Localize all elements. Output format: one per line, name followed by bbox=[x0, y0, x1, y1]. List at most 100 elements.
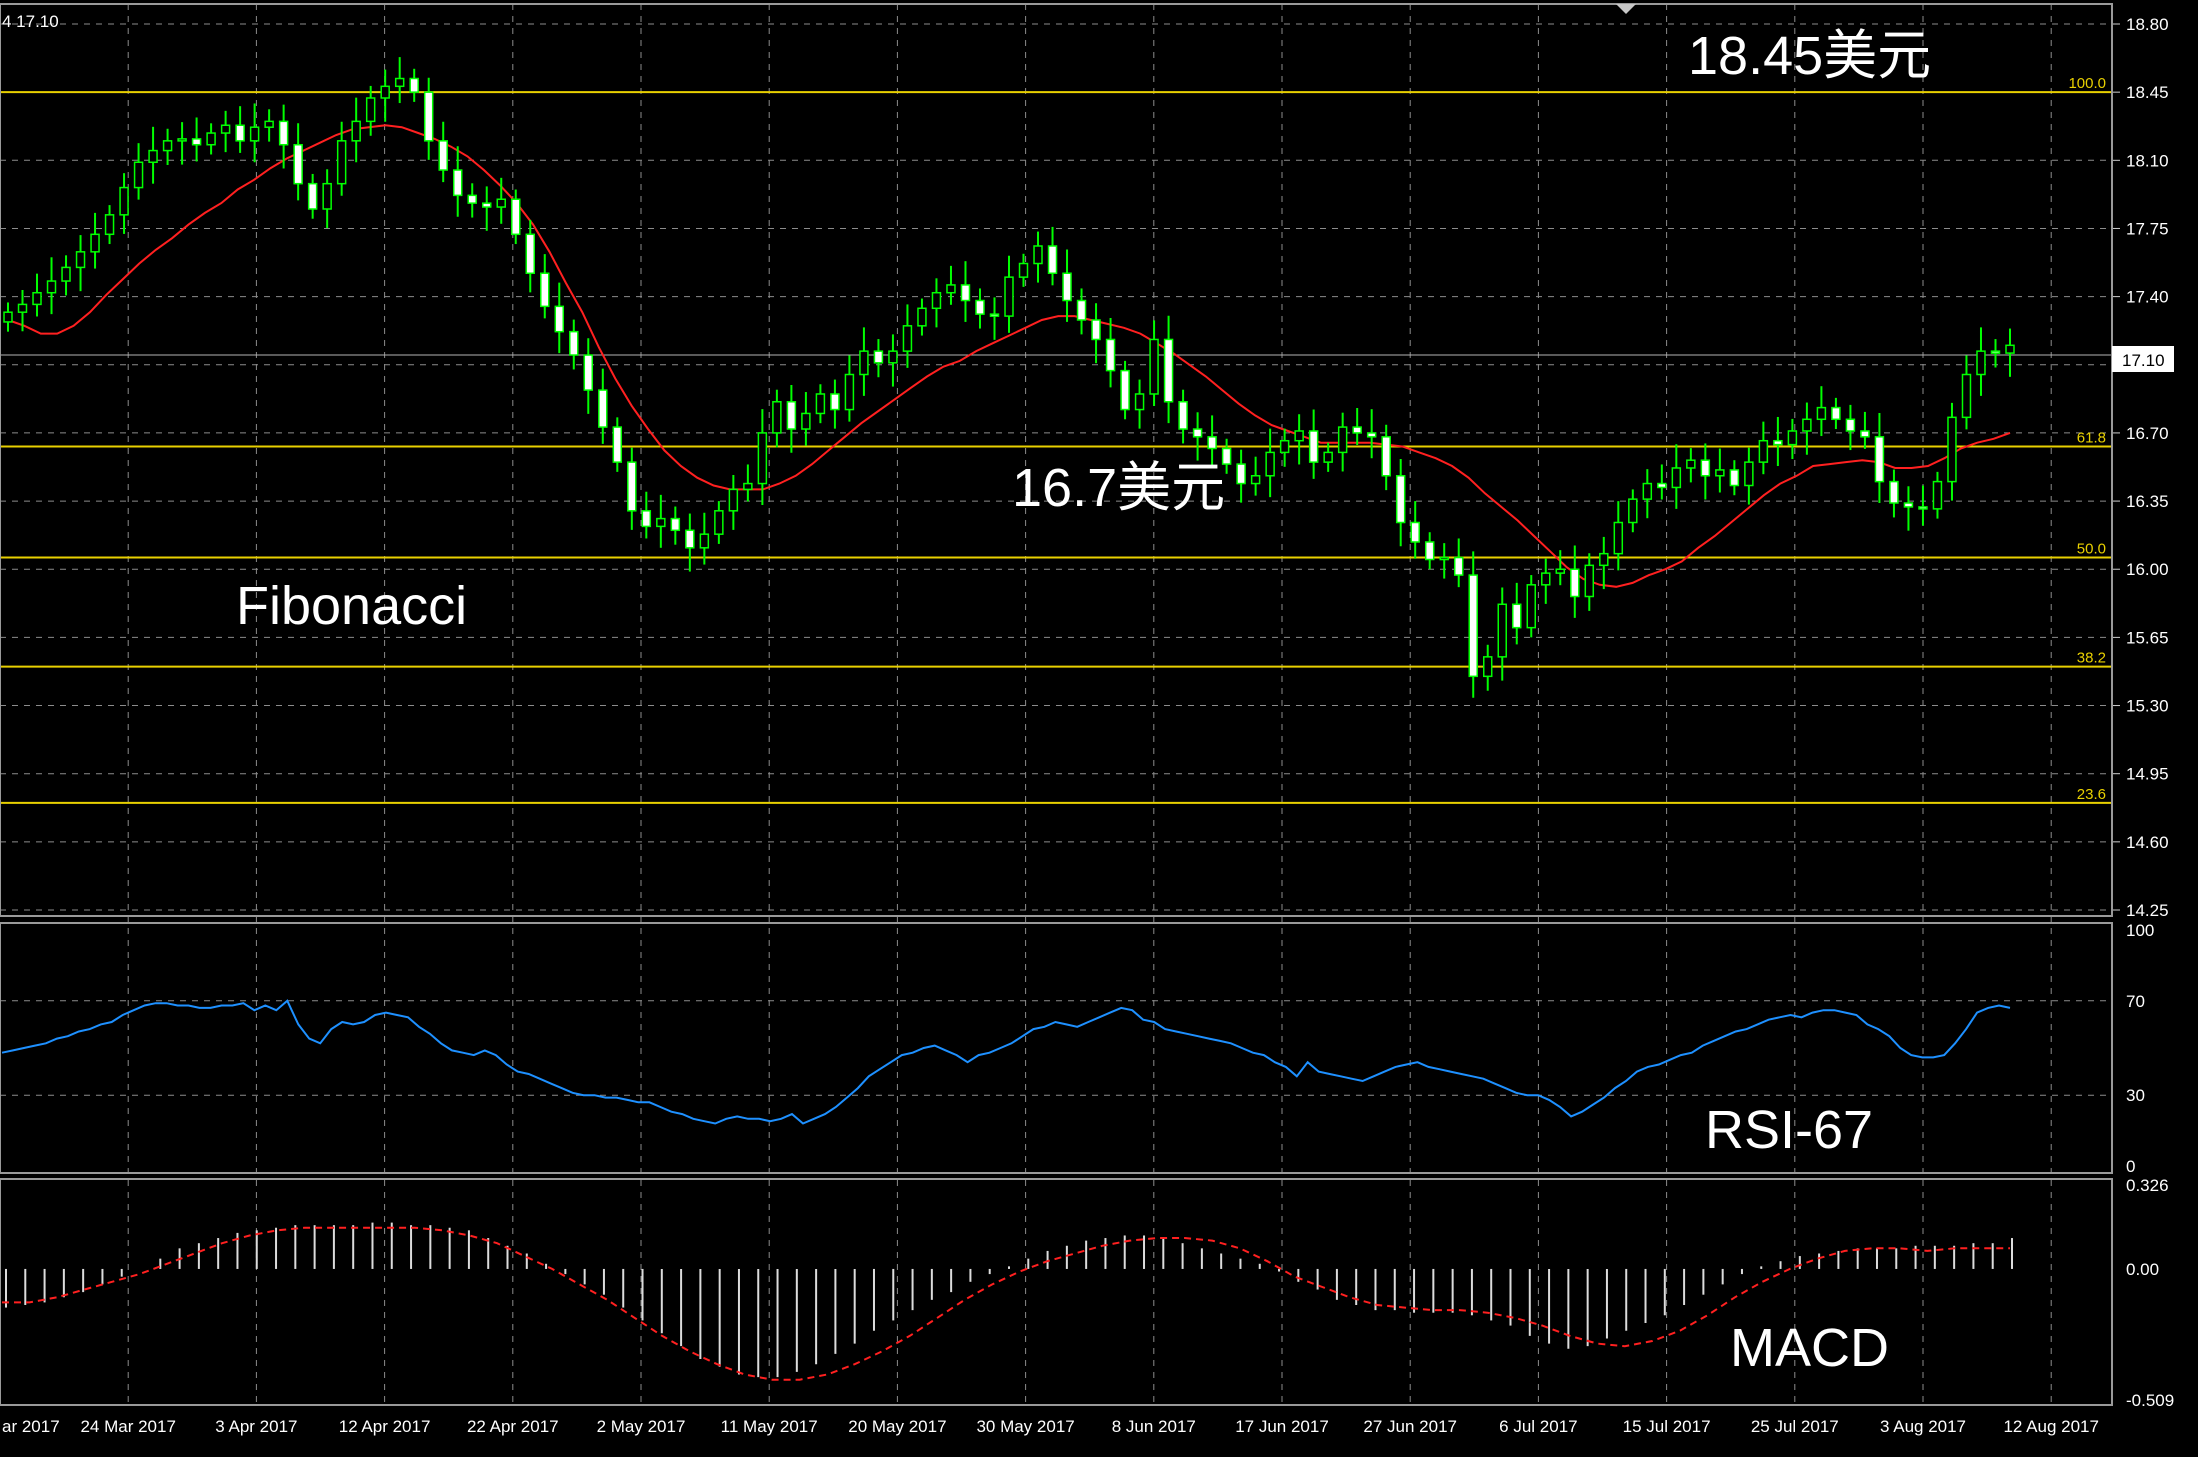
fib-label: 38.2 bbox=[2077, 650, 2106, 667]
chart-svg: 100.0 61.8 50.0 38.2 23.6 18.80 18.45 18.10 17.… bbox=[0, 0, 2198, 1452]
candle-body bbox=[191, 138, 202, 146]
candle-body bbox=[1947, 416, 1957, 483]
candle-body bbox=[1860, 430, 1870, 438]
annotation-fibonacci: Fibonacci bbox=[236, 576, 467, 636]
x-tick-label: 3 Apr 2017 bbox=[215, 1417, 297, 1436]
candle-body bbox=[32, 291, 42, 306]
candle-body bbox=[583, 354, 594, 391]
candle-body bbox=[1018, 262, 1029, 278]
candle-body bbox=[830, 393, 840, 411]
candle-body bbox=[1990, 350, 2001, 354]
candle-body bbox=[815, 393, 826, 415]
x-tick-label: 12 Apr 2017 bbox=[339, 1417, 431, 1436]
price-tick-label: 15.30 bbox=[2126, 697, 2169, 716]
candle-body bbox=[1613, 521, 1624, 555]
x-tick-label: 12 Aug 2017 bbox=[2003, 1417, 2098, 1436]
price-tick-label: 16.70 bbox=[2126, 424, 2169, 443]
candle-body bbox=[902, 325, 913, 352]
candle-body bbox=[1337, 426, 1348, 454]
candle-body bbox=[365, 97, 376, 123]
x-tick-label: 6 Jul 2017 bbox=[1499, 1417, 1577, 1436]
candle-body bbox=[119, 186, 129, 216]
candle-body bbox=[1105, 338, 1116, 372]
x-tick-label: 8 Jun 2017 bbox=[1112, 1417, 1196, 1436]
x-tick-label: 11 May 2017 bbox=[721, 1417, 818, 1436]
x-tick-label: 30 May 2017 bbox=[976, 1417, 1074, 1436]
candle-body bbox=[1366, 432, 1377, 438]
fib-label: 61.8 bbox=[2077, 430, 2106, 447]
annotation-rsi: RSI-67 bbox=[1705, 1100, 1873, 1160]
candle-body bbox=[322, 182, 332, 210]
candle-body bbox=[1642, 482, 1653, 500]
candle-body bbox=[1279, 439, 1290, 454]
candle-body bbox=[162, 140, 173, 152]
candle-body bbox=[946, 284, 956, 294]
candle-body bbox=[1294, 430, 1304, 442]
candle-body bbox=[1424, 541, 1435, 561]
candle-body bbox=[380, 85, 390, 99]
x-tick-label: 2 May 2017 bbox=[597, 1417, 686, 1436]
candle-body bbox=[1265, 451, 1275, 477]
candle-body bbox=[1584, 564, 1595, 598]
candle-body bbox=[148, 149, 158, 164]
candle-body bbox=[496, 198, 506, 208]
candle-body bbox=[1874, 436, 1885, 483]
candle-body bbox=[1468, 574, 1478, 678]
candle-body bbox=[1657, 482, 1667, 489]
candle-body bbox=[1323, 451, 1333, 463]
candle-body bbox=[1004, 276, 1014, 317]
candle-body bbox=[656, 517, 666, 528]
candle-body bbox=[714, 510, 724, 535]
x-tick-label: 15 Jul 2017 bbox=[1623, 1417, 1711, 1436]
candle-body bbox=[1628, 498, 1638, 524]
candle-body bbox=[1976, 350, 1986, 376]
candle-body bbox=[1932, 480, 1943, 510]
candle-body bbox=[699, 533, 710, 549]
candle-body bbox=[1308, 430, 1319, 463]
price-tick-label: 16.35 bbox=[2126, 492, 2169, 511]
candle-body bbox=[888, 350, 898, 364]
price-tick-label: 16.00 bbox=[2126, 560, 2169, 579]
candle-body bbox=[1134, 393, 1145, 411]
fib-label: 50.0 bbox=[2077, 541, 2106, 558]
candle-body bbox=[264, 120, 274, 128]
candle-body bbox=[917, 307, 927, 327]
candle-body bbox=[1831, 406, 1841, 421]
candle-body bbox=[1178, 401, 1188, 430]
candle-body bbox=[351, 120, 361, 142]
candle-body bbox=[409, 77, 419, 93]
candle-body bbox=[1410, 521, 1420, 543]
candle-body bbox=[641, 510, 652, 528]
candle-body bbox=[989, 313, 1000, 317]
candle-body bbox=[1091, 319, 1101, 341]
candle-body bbox=[1192, 428, 1203, 438]
candle-body bbox=[1163, 338, 1174, 403]
candle-body bbox=[554, 305, 565, 333]
candle-body bbox=[46, 280, 57, 294]
candle-body bbox=[1381, 436, 1391, 477]
candle-body bbox=[61, 266, 71, 282]
candle-body bbox=[960, 284, 971, 302]
candle-body bbox=[1497, 603, 1507, 658]
candle-body bbox=[1207, 436, 1217, 450]
rsi-tick-label: 100 bbox=[2126, 921, 2154, 940]
candle-body bbox=[293, 143, 303, 185]
candle-body bbox=[1700, 459, 1711, 477]
candle-body bbox=[90, 233, 100, 253]
candle-body bbox=[859, 350, 869, 376]
macd-tick-label: 0.00 bbox=[2126, 1260, 2159, 1279]
candle-body bbox=[1076, 299, 1087, 321]
annotation-top-price: 18.45美元 bbox=[1688, 26, 1931, 86]
candle-body bbox=[75, 251, 86, 269]
candle-body bbox=[1453, 556, 1464, 576]
candle-body bbox=[235, 124, 245, 142]
candle-body bbox=[1512, 603, 1522, 629]
candle-body bbox=[1482, 656, 1493, 678]
x-tick-label: 25 Jul 2017 bbox=[1751, 1417, 1839, 1436]
candle-body bbox=[1062, 272, 1072, 302]
candle-body bbox=[423, 91, 434, 142]
candle-body bbox=[1555, 568, 1566, 574]
candle-body bbox=[743, 482, 753, 491]
candle-body bbox=[1033, 245, 1043, 265]
price-tick-label: 15.65 bbox=[2126, 628, 2169, 647]
